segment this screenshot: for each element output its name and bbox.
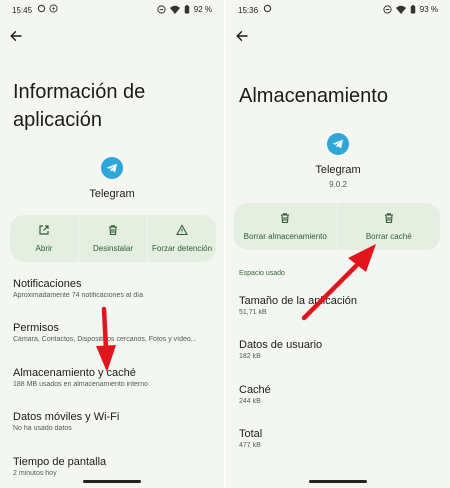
app-name: Telegram: [89, 188, 135, 200]
clear-storage-button-label: Borrar almacenamiento: [243, 232, 327, 241]
app-actions-card: Abrir Desinstalar Forzar detención: [10, 215, 216, 262]
status-notification-icons: [263, 4, 272, 13]
do-not-disturb-icon: [157, 5, 166, 14]
gesture-home-bar[interactable]: [309, 480, 367, 483]
page-title-line-1: Información de: [13, 81, 146, 103]
open-button-label: Abrir: [35, 244, 53, 253]
gesture-home-bar[interactable]: [83, 480, 141, 483]
row-subtitle: 188 MB usados en almacenamiento interno: [13, 381, 149, 388]
storage-row-app-size: Tamaño de la aplicación 51,71 kB: [239, 295, 442, 316]
page-title-line-2: aplicación: [13, 109, 102, 131]
row-title: Almacenamiento y caché: [13, 367, 136, 379]
battery-icon: [184, 5, 190, 14]
telegram-app-icon: [327, 133, 349, 155]
row-subtitle: 244 kB: [239, 398, 261, 405]
back-arrow-icon[interactable]: [234, 28, 250, 44]
row-title: Permisos: [13, 322, 59, 334]
back-arrow-icon[interactable]: [8, 28, 24, 44]
row-title: Tiempo de pantalla: [13, 456, 107, 468]
flash-icon: [49, 4, 58, 13]
row-subtitle: Aproximadamente 74 notificaciones al día: [13, 292, 143, 299]
row-title: Caché: [239, 384, 271, 396]
telegram-app-icon: [101, 157, 123, 179]
force-stop-button-label: Forzar detención: [151, 244, 213, 253]
storage-row-user-data: Datos de usuario 182 kB: [239, 339, 442, 360]
status-bar: 15:45 92 %: [0, 0, 224, 20]
telegram-plane-icon: [106, 163, 117, 173]
row-title: Datos móviles y Wi-Fi: [13, 411, 120, 423]
storage-row-total: Total 477 kB: [239, 428, 442, 449]
force-stop-button[interactable]: Forzar detención: [147, 215, 216, 262]
trash-icon: [109, 225, 117, 236]
do-not-disturb-icon: [383, 5, 392, 14]
settings-row-storage-cache[interactable]: Almacenamiento y caché 188 MB usados en …: [13, 367, 216, 388]
row-subtitle: 2 minutos hoy: [13, 470, 57, 477]
uninstall-button[interactable]: Desinstalar: [78, 215, 147, 262]
row-subtitle: No ha usado datos: [13, 425, 72, 432]
status-system-icons: 92 %: [157, 5, 212, 14]
sync-icon: [263, 4, 272, 13]
page-title: Almacenamiento: [239, 85, 388, 107]
uninstall-button-label: Desinstalar: [92, 244, 133, 253]
status-time: 15:45: [12, 6, 33, 15]
app-info-screen: 15:45 92 % Información de aplicación Tel…: [0, 0, 224, 488]
row-subtitle: 51,71 kB: [239, 309, 267, 316]
status-time: 15:36: [238, 6, 259, 15]
section-header: Espacio usado: [239, 270, 285, 277]
row-title: Total: [239, 428, 263, 440]
settings-row-mobile-data-wifi[interactable]: Datos móviles y Wi-Fi No ha usado datos: [13, 411, 216, 432]
app-version: 9.0.2: [329, 180, 347, 189]
storage-actions-card: Borrar almacenamiento Borrar caché: [234, 203, 440, 250]
battery-percent: 92 %: [193, 5, 212, 14]
warning-icon: [176, 224, 188, 236]
trash-icon: [384, 213, 393, 224]
open-external-icon: [39, 225, 49, 235]
telegram-plane-icon: [332, 139, 343, 149]
row-subtitle: Cámara, Contactos, Dispositivos cercanos…: [13, 336, 197, 343]
clear-cache-button-label: Borrar caché: [365, 232, 412, 241]
clear-cache-button[interactable]: Borrar caché: [336, 203, 441, 250]
wifi-icon: [395, 5, 406, 14]
storage-screen: 15:36 93 % Almacenamiento Telegram 9.0.2…: [226, 0, 450, 488]
battery-percent: 93 %: [419, 5, 438, 14]
clear-storage-button[interactable]: Borrar almacenamiento: [234, 203, 337, 250]
row-title: Notificaciones: [13, 278, 82, 290]
battery-icon: [410, 5, 416, 14]
open-button[interactable]: Abrir: [10, 215, 78, 262]
trash-icon: [281, 213, 290, 224]
status-bar: 15:36 93 %: [226, 0, 450, 20]
status-notification-icons: [37, 4, 58, 13]
storage-row-cache: Caché 244 kB: [239, 384, 442, 405]
app-name: Telegram: [315, 164, 361, 176]
row-subtitle: 182 kB: [239, 353, 261, 360]
row-subtitle: 477 kB: [239, 442, 261, 449]
row-title: Tamaño de la aplicación: [239, 295, 358, 307]
sync-icon: [37, 4, 46, 13]
wifi-icon: [169, 5, 180, 14]
settings-row-notifications[interactable]: Notificaciones Aproximadamente 74 notifi…: [13, 278, 216, 299]
settings-row-permissions[interactable]: Permisos Cámara, Contactos, Dispositivos…: [13, 322, 216, 343]
settings-row-screen-time[interactable]: Tiempo de pantalla 2 minutos hoy: [13, 456, 216, 477]
status-system-icons: 93 %: [383, 5, 438, 14]
row-title: Datos de usuario: [239, 339, 323, 351]
